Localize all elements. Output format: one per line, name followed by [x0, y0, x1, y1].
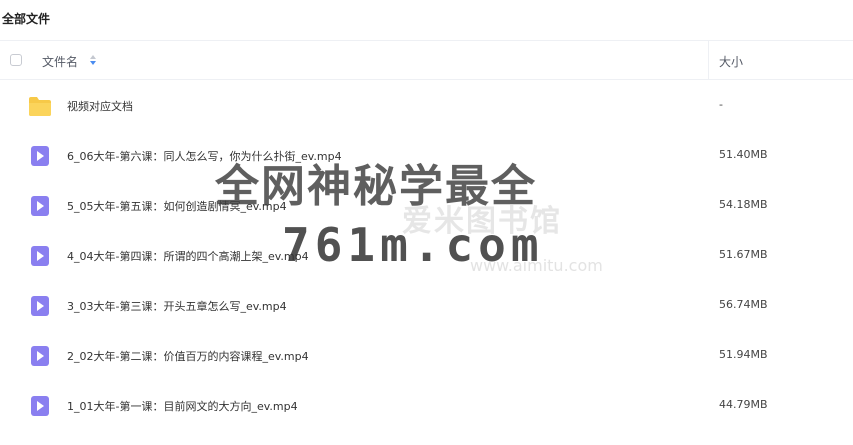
file-row-video[interactable]: 6_06大年-第六课：同人怎么写，你为什么扑街_ev.mp4 51.40MB: [0, 131, 853, 181]
file-name[interactable]: 6_06大年-第六课：同人怎么写，你为什么扑街_ev.mp4: [67, 148, 342, 164]
file-row-video[interactable]: 5_05大年-第五课：如何创造剧情冥_ev.mp4 54.18MB: [0, 181, 853, 231]
file-row-video[interactable]: 4_04大年-第四课：所谓的四个高潮上架_ev.mp4 51.67MB: [0, 231, 853, 281]
video-file-icon: [31, 346, 49, 366]
file-row-folder[interactable]: 视频对应文档 -: [0, 81, 853, 131]
file-list-header: 文件名 大小: [0, 40, 853, 80]
file-name[interactable]: 2_02大年-第二课：价值百万的内容课程_ev.mp4: [67, 348, 309, 364]
column-header-size[interactable]: 大小: [719, 53, 743, 70]
video-file-icon: [31, 196, 49, 216]
file-size: 44.79MB: [719, 398, 768, 411]
file-list: 视频对应文档 - 6_06大年-第六课：同人怎么写，你为什么扑街_ev.mp4 …: [0, 81, 853, 431]
file-name[interactable]: 4_04大年-第四课：所谓的四个高潮上架_ev.mp4: [67, 248, 309, 264]
file-name[interactable]: 1_01大年-第一课：目前网文的大方向_ev.mp4: [67, 398, 298, 414]
file-size: 51.67MB: [719, 248, 768, 261]
file-size: 51.94MB: [719, 348, 768, 361]
video-file-icon: [31, 396, 49, 416]
select-all-checkbox[interactable]: [10, 54, 22, 66]
file-size: 56.74MB: [719, 298, 768, 311]
file-name[interactable]: 5_05大年-第五课：如何创造剧情冥_ev.mp4: [67, 198, 287, 214]
video-file-icon: [31, 146, 49, 166]
file-row-video[interactable]: 2_02大年-第二课：价值百万的内容课程_ev.mp4 51.94MB: [0, 331, 853, 381]
file-row-video[interactable]: 1_01大年-第一课：目前网文的大方向_ev.mp4 44.79MB: [0, 381, 853, 431]
video-file-icon: [31, 246, 49, 266]
file-name[interactable]: 3_03大年-第三课：开头五章怎么写_ev.mp4: [67, 298, 287, 314]
file-row-video[interactable]: 3_03大年-第三课：开头五章怎么写_ev.mp4 56.74MB: [0, 281, 853, 331]
column-header-name[interactable]: 文件名: [42, 53, 78, 70]
column-divider[interactable]: [708, 41, 709, 80]
folder-icon: [29, 97, 51, 116]
file-size: -: [719, 98, 723, 111]
sort-icon[interactable]: [88, 53, 98, 67]
file-name[interactable]: 视频对应文档: [67, 98, 133, 114]
video-file-icon: [31, 296, 49, 316]
file-size: 51.40MB: [719, 148, 768, 161]
breadcrumb[interactable]: 全部文件: [2, 10, 50, 27]
file-size: 54.18MB: [719, 198, 768, 211]
